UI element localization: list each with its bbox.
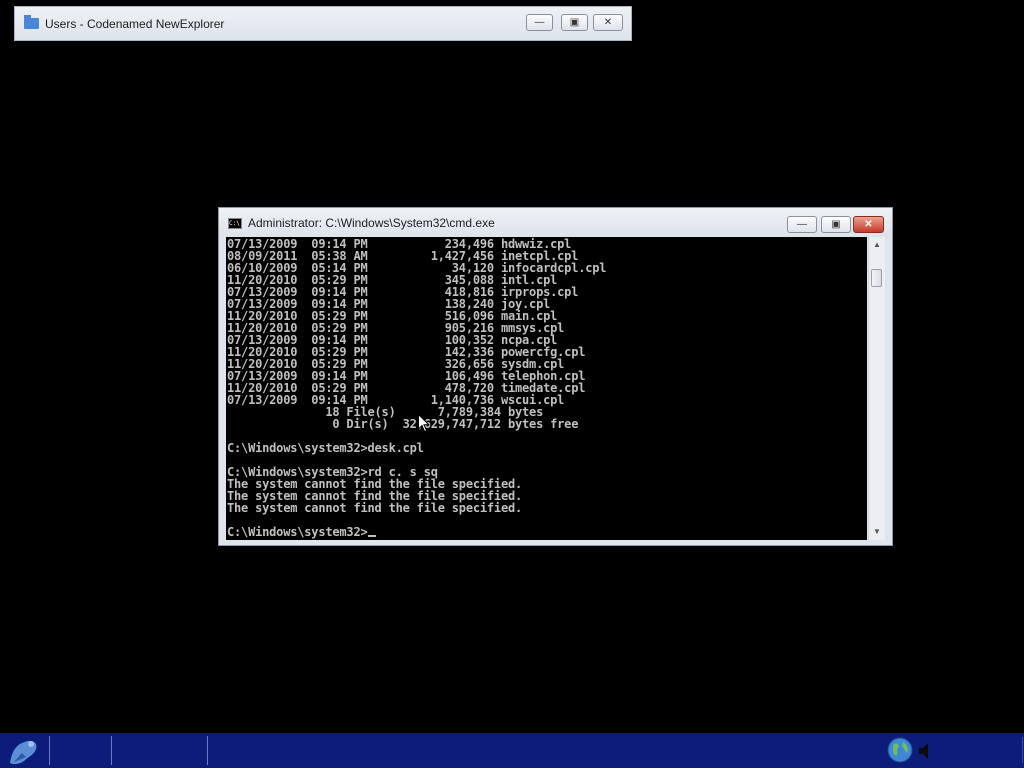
taskbar-item[interactable]: [49, 736, 111, 765]
console-icon: C:\: [228, 217, 242, 229]
speaker-icon[interactable]: [917, 741, 937, 761]
cmd-title-bar[interactable]: C:\ Administrator: C:\Windows\System32\c…: [219, 208, 892, 238]
scroll-down-arrow-icon[interactable]: ▼: [869, 524, 885, 540]
explorer-window[interactable]: Users - Codenamed NewExplorer — ▣ ✕: [14, 6, 632, 41]
start-orb-icon: [10, 740, 37, 764]
maximize-icon: ▣: [831, 218, 841, 230]
start-button[interactable]: [2, 734, 46, 767]
close-icon: ✕: [603, 16, 613, 28]
maximize-icon: ▣: [569, 16, 580, 28]
close-button[interactable]: ✕: [593, 14, 623, 31]
maximize-button[interactable]: ▣: [821, 216, 851, 233]
text-cursor: [367, 535, 376, 537]
taskbar-item[interactable]: [111, 736, 207, 765]
folder-icon: [24, 15, 39, 29]
minimize-button[interactable]: —: [526, 14, 553, 31]
maximize-button[interactable]: ▣: [561, 14, 588, 31]
taskbar: [0, 733, 1024, 768]
explorer-title: Users - Codenamed NewExplorer: [45, 16, 225, 31]
close-button[interactable]: ✕: [853, 216, 884, 233]
close-icon: ✕: [864, 218, 873, 230]
cmd-title: Administrator: C:\Windows\System32\cmd.e…: [248, 216, 495, 230]
explorer-title-bar[interactable]: Users - Codenamed NewExplorer — ▣ ✕: [15, 7, 631, 40]
mouse-pointer-icon: [418, 414, 430, 433]
vertical-scrollbar[interactable]: ▲ ▼: [868, 237, 885, 540]
taskbar-item[interactable]: [207, 736, 320, 765]
scrollbar-thumb[interactable]: [871, 269, 882, 287]
minimize-button[interactable]: —: [787, 216, 817, 233]
minimize-icon: —: [797, 218, 807, 230]
clock[interactable]: [942, 737, 1023, 763]
scroll-up-arrow-icon[interactable]: ▲: [869, 237, 885, 253]
console-text: 07/13/2009 09:14 PM 234,496 hdwwiz.cpl 0…: [227, 237, 607, 539]
network-globe-icon[interactable]: [886, 736, 914, 764]
minimize-icon: —: [534, 16, 545, 28]
cmd-window[interactable]: C:\ Administrator: C:\Windows\System32\c…: [218, 207, 893, 546]
console-output[interactable]: 07/13/2009 09:14 PM 234,496 hdwwiz.cpl 0…: [226, 237, 867, 540]
